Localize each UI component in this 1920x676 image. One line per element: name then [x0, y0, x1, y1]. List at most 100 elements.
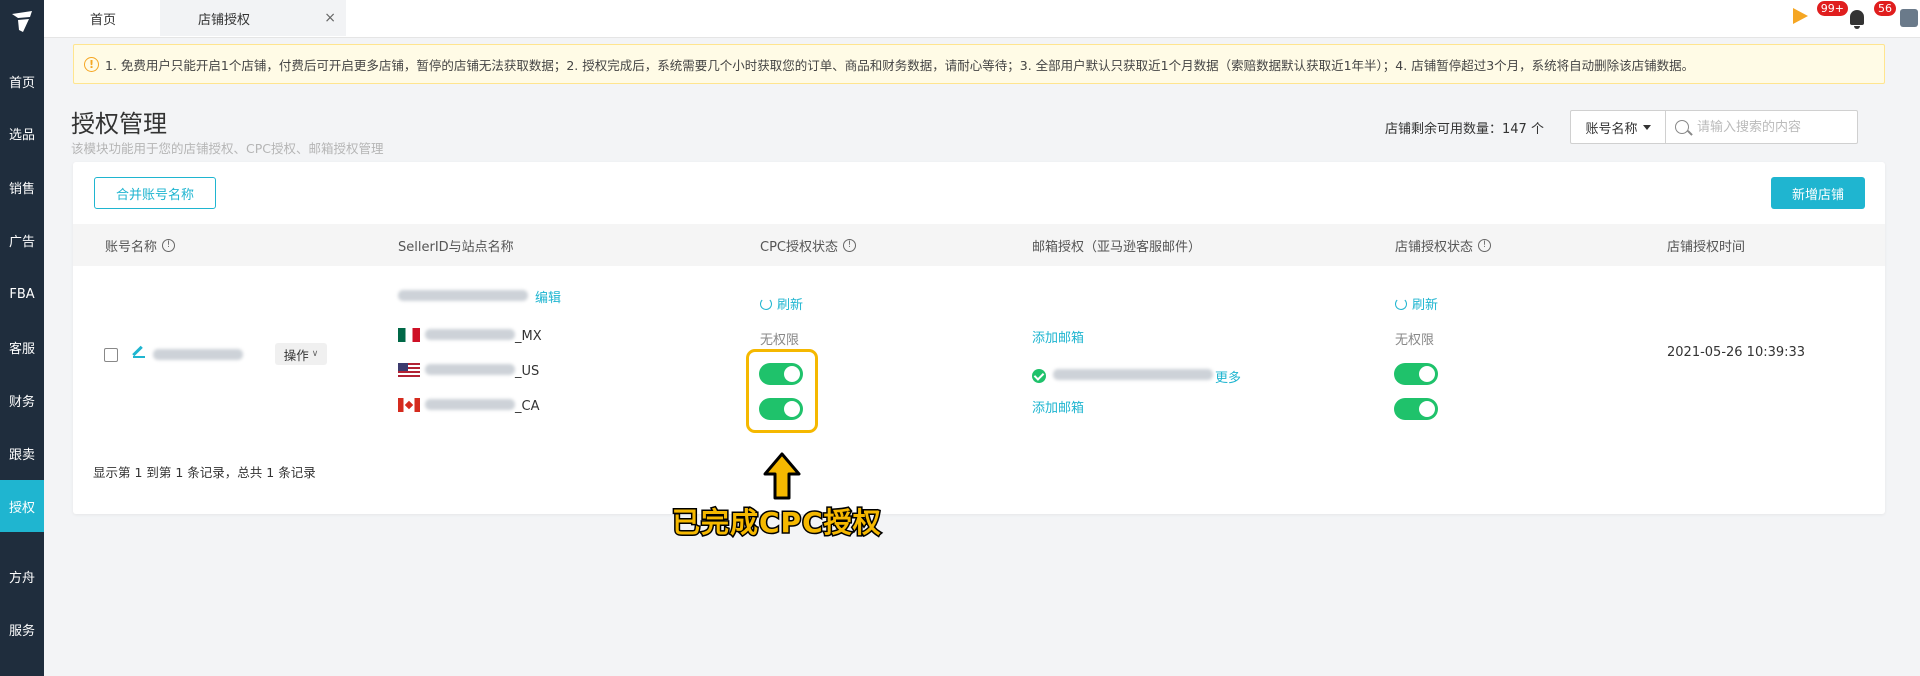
header-label: 账号名称	[105, 239, 158, 255]
header-label: SellerID与站点名称	[398, 239, 514, 255]
sidebar-item-customer-service[interactable]: 客服	[0, 321, 44, 373]
store-toggle-us[interactable]	[1394, 363, 1438, 385]
authorization-time: 2021-05-26 10:39:33	[1667, 345, 1806, 360]
add-email-link-ca[interactable]: 添加邮箱	[1032, 397, 1084, 416]
tab-store-authorization[interactable]: 店铺授权 ×	[160, 0, 346, 36]
sidebar-item-label: 服务	[8, 623, 35, 639]
sidebar-item-ark[interactable]: 方舟	[0, 550, 44, 602]
avatar[interactable]	[1900, 9, 1918, 27]
canada-flag-icon	[398, 398, 420, 412]
store-toggle-ca[interactable]	[1394, 398, 1438, 420]
info-icon[interactable]: !	[1478, 238, 1492, 252]
header-email: 邮箱授权（亚马逊客服邮件）	[1032, 224, 1201, 266]
top-bar: 首页 店铺授权 × 99+ 56	[44, 0, 1920, 38]
chevron-down-icon: ∨	[311, 349, 319, 359]
close-icon[interactable]: ×	[324, 10, 336, 26]
search-field-select[interactable]: 账号名称	[1571, 111, 1666, 143]
sidebar-item-sales[interactable]: 销售	[0, 161, 44, 213]
message-badge: 56	[1874, 1, 1896, 16]
sidebar: 首页 选品 销售 广告 FBA 客服 财务 跟卖 授权 方舟 服务	[0, 0, 44, 676]
table-header: 账号名称! SellerID与站点名称 CPC授权状态! 邮箱授权（亚马逊客服邮…	[73, 224, 1885, 266]
sidebar-item-follow-sell[interactable]: 跟卖	[0, 427, 44, 479]
more-link[interactable]: 更多	[1215, 367, 1241, 386]
site-mx: _MX	[425, 329, 542, 344]
check-icon	[1032, 369, 1046, 383]
sidebar-item-service[interactable]: 服务	[0, 603, 44, 655]
sidebar-item-label: 客服	[8, 341, 35, 357]
refresh-icon	[1395, 297, 1407, 310]
operate-dropdown[interactable]: 操作 ∨	[275, 343, 327, 365]
store-status-mx: 无权限	[1395, 333, 1435, 348]
logo-icon	[12, 11, 32, 32]
header-label: 店铺授权状态	[1395, 239, 1474, 255]
sidebar-item-ads[interactable]: 广告	[0, 214, 44, 266]
bell-icon[interactable]	[1850, 10, 1864, 29]
sidebar-item-label: 选品	[8, 127, 35, 143]
search-icon	[1675, 120, 1689, 134]
sidebar-item-label: 财务	[8, 394, 35, 410]
sidebar-item-finance[interactable]: 财务	[0, 374, 44, 426]
cpc-refresh-button[interactable]: 刷新	[760, 294, 803, 313]
sidebar-item-label: 授权	[8, 500, 35, 516]
sidebar-item-product-selection[interactable]: 选品	[0, 107, 44, 159]
tab-home[interactable]: 首页	[90, 0, 116, 36]
sidebar-item-label: 销售	[8, 181, 35, 197]
header-label: 邮箱授权（亚马逊客服邮件）	[1032, 239, 1202, 255]
header-label: CPC授权状态	[760, 239, 838, 255]
caret-down-icon	[1642, 124, 1651, 130]
mexico-flag-icon	[398, 328, 420, 342]
header-store-status: 店铺授权状态!	[1395, 224, 1492, 266]
pagination-summary: 显示第 1 到第 1 条记录，总共 1 条记录	[93, 465, 316, 480]
sidebar-item-label: 广告	[8, 234, 35, 250]
us-flag-icon	[398, 363, 420, 377]
store-refresh-button[interactable]: 刷新	[1395, 294, 1438, 313]
notification-badge: 99+	[1816, 1, 1848, 16]
search-select-label: 账号名称	[1585, 121, 1638, 137]
header-label: 店铺授权时间	[1667, 239, 1746, 255]
scrollbar[interactable]	[1912, 38, 1920, 676]
add-email-link-mx[interactable]: 添加邮箱	[1032, 327, 1084, 346]
sidebar-item-authorization[interactable]: 授权	[0, 480, 44, 532]
account-name-blurred	[153, 349, 243, 364]
sidebar-item-label: 方舟	[8, 570, 35, 586]
refresh-label: 刷新	[777, 298, 804, 313]
page-title: 授权管理	[71, 110, 167, 138]
flag-icon[interactable]	[1793, 8, 1808, 24]
site-ca: _CA	[425, 399, 539, 414]
sidebar-item-label: 跟卖	[8, 447, 35, 463]
add-store-button[interactable]: 新增店铺	[1771, 177, 1865, 209]
annotation-label: 已完成CPC授权	[671, 505, 883, 541]
refresh-icon	[760, 297, 772, 310]
warning-icon: !	[84, 56, 99, 72]
seller-id-blurred	[398, 290, 528, 305]
annotation-highlight-box	[746, 349, 818, 433]
site-suffix: _CA	[515, 399, 540, 414]
sidebar-item-label: FBA	[9, 286, 35, 302]
header-time: 店铺授权时间	[1667, 224, 1745, 266]
refresh-label: 刷新	[1412, 298, 1439, 313]
edit-link[interactable]: 编辑	[535, 287, 561, 306]
store-table-card: 合并账号名称 新增店铺 账号名称! SellerID与站点名称 CPC授权状态!…	[73, 162, 1885, 514]
arrow-up-icon	[763, 452, 801, 500]
remaining-count: 店铺剩余可用数量：147 个	[1385, 122, 1544, 137]
notice-banner: ! 1. 免费用户只能开启1个店铺，付费后可开启更多店铺，暂停的店铺无法获取数据…	[73, 44, 1885, 84]
row-checkbox[interactable]	[104, 348, 118, 362]
cpc-status-mx: 无权限	[760, 333, 800, 348]
header-account: 账号名称!	[105, 224, 176, 266]
site-us: _US	[425, 364, 539, 379]
sidebar-item-fba[interactable]: FBA	[0, 268, 44, 320]
info-icon[interactable]: !	[843, 238, 856, 252]
merge-account-button[interactable]: 合并账号名称	[94, 177, 216, 209]
email-blurred	[1053, 369, 1213, 384]
edit-icon[interactable]	[133, 346, 145, 358]
header-icons: 99+ 56	[1780, 0, 1920, 36]
sidebar-item-home[interactable]: 首页	[0, 55, 44, 107]
search-input[interactable]	[1697, 111, 1852, 143]
header-seller: SellerID与站点名称	[398, 224, 514, 266]
header-cpc: CPC授权状态!	[760, 224, 856, 266]
site-suffix: _US	[515, 364, 540, 379]
page-subtitle: 该模块功能用于您的店铺授权、CPC授权、邮箱授权管理	[71, 141, 384, 156]
info-icon[interactable]: !	[162, 238, 176, 252]
sidebar-item-label: 首页	[8, 75, 35, 91]
site-suffix: _MX	[515, 329, 542, 344]
